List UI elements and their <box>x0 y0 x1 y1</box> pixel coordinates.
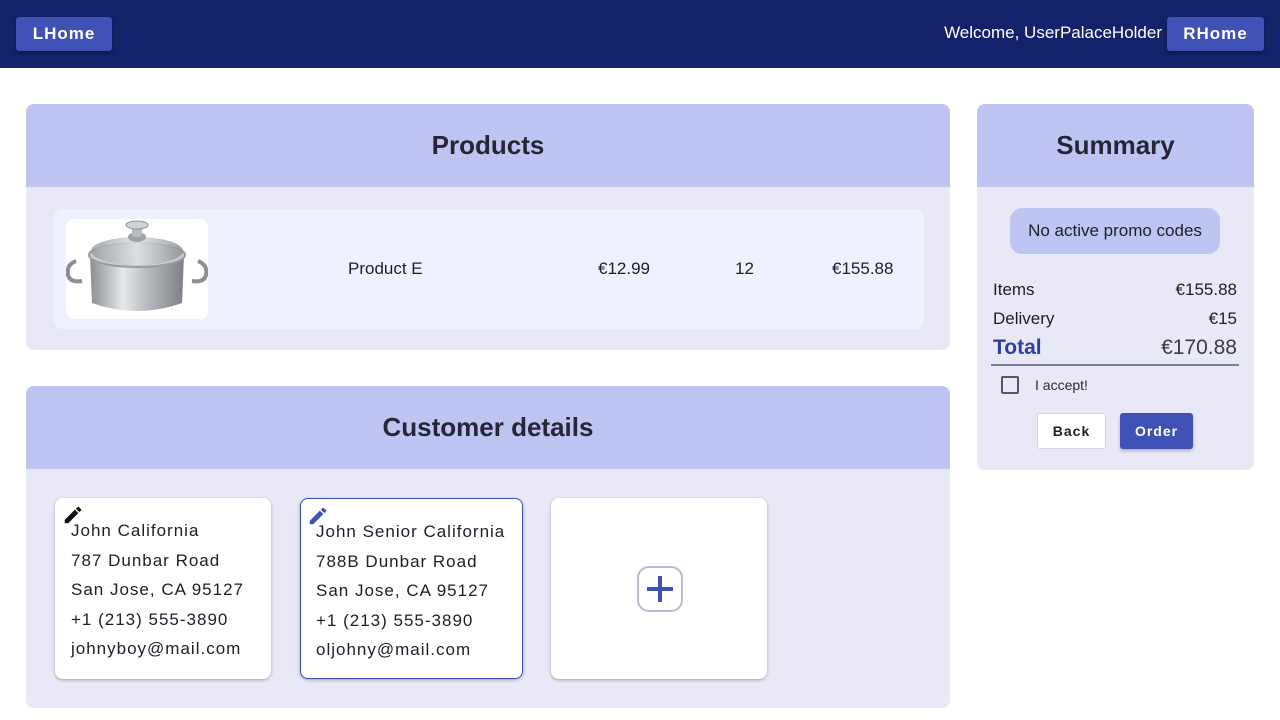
customer-address: John California 787 Dunbar Road San Jose… <box>71 516 244 664</box>
total-label: Total <box>993 336 1042 359</box>
product-quantity: 12 <box>735 259 754 278</box>
delivery-label: Delivery <box>993 309 1055 328</box>
delivery-value: €15 <box>1208 309 1237 328</box>
summary-title: Summary <box>977 104 1254 187</box>
rhome-button[interactable]: RHome <box>1167 17 1264 51</box>
product-total: €155.88 <box>832 259 894 278</box>
customer-card[interactable]: John California 787 Dunbar Road San Jose… <box>55 498 271 679</box>
plus-icon[interactable] <box>637 566 683 612</box>
product-price: €12.99 <box>598 259 650 278</box>
customer-details-title: Customer details <box>26 386 950 469</box>
customer-street: 788B Dunbar Road <box>316 551 478 571</box>
accept-label: I accept! <box>1035 377 1088 393</box>
customer-city: San Jose, CA 95127 <box>71 580 245 599</box>
order-button[interactable]: Order <box>1120 413 1193 449</box>
customer-details-panel: Customer details John California 787 Dun… <box>26 386 950 708</box>
customer-card-selected[interactable]: John Senior California 788B Dunbar Road … <box>300 498 523 679</box>
total-row: Total €170.88 <box>991 336 1239 366</box>
customer-phone: +1 (213) 555-3890 <box>71 609 229 629</box>
product-image <box>66 219 208 319</box>
items-value: €155.88 <box>1175 280 1237 299</box>
add-customer-card[interactable] <box>551 498 767 679</box>
products-title: Products <box>26 104 950 187</box>
lhome-button[interactable]: LHome <box>16 17 112 51</box>
customer-email: johnyboy@mail.com <box>71 639 242 658</box>
back-button[interactable]: Back <box>1037 413 1106 449</box>
customer-street: 787 Dunbar Road <box>71 550 221 570</box>
summary-panel: Summary No active promo codes Items €155… <box>977 104 1254 470</box>
customer-address: John Senior California 788B Dunbar Road … <box>316 517 505 665</box>
delivery-row: Delivery €15 <box>993 309 1237 329</box>
customer-email: oljohny@mail.com <box>316 640 472 659</box>
items-row: Items €155.88 <box>993 280 1237 300</box>
customer-city: San Jose, CA 95127 <box>316 581 490 600</box>
total-value: €170.88 <box>1161 336 1237 359</box>
promo-codes-badge[interactable]: No active promo codes <box>1010 208 1220 254</box>
products-panel: Products Product E €12.99 12 €155.88 <box>26 104 950 350</box>
customer-phone: +1 (213) 555-3890 <box>316 610 474 630</box>
accept-terms[interactable]: I accept! <box>1001 376 1088 394</box>
top-bar: LHome Welcome, UserPalaceHolder RHome <box>0 0 1280 68</box>
product-name: Product E <box>348 259 423 278</box>
customer-name: John California <box>71 521 200 540</box>
items-label: Items <box>993 280 1035 299</box>
customer-name: John Senior California <box>316 522 506 541</box>
accept-checkbox[interactable] <box>1001 376 1019 394</box>
product-row: Product E €12.99 12 €155.88 <box>54 209 924 329</box>
welcome-text: Welcome, UserPalaceHolder <box>944 23 1162 42</box>
